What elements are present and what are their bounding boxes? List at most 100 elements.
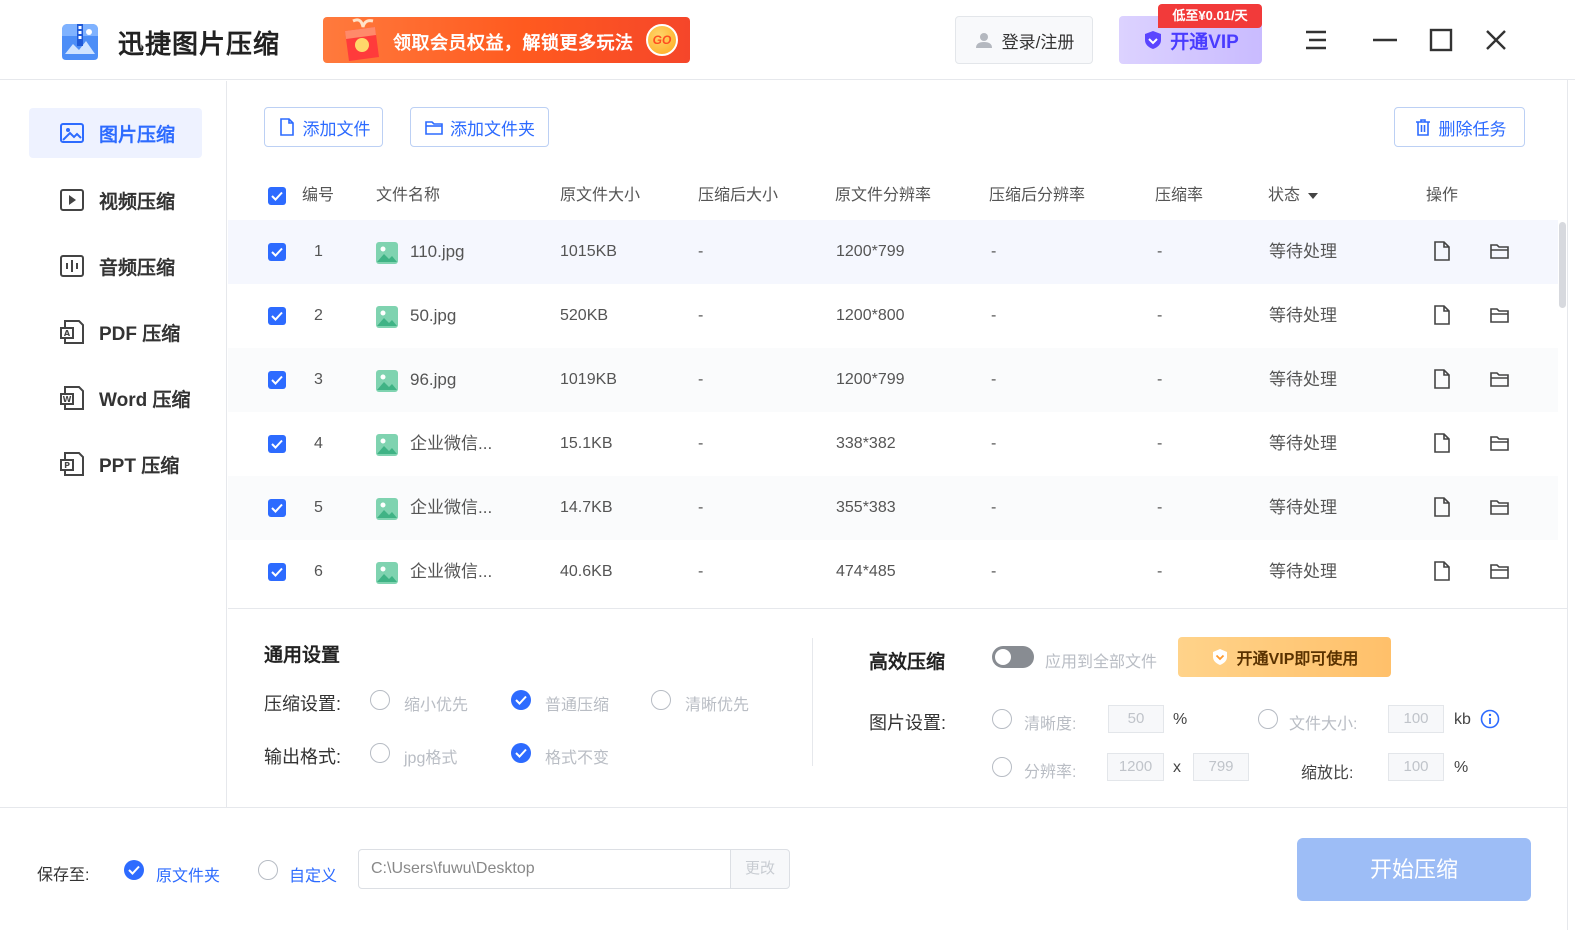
row-ratio: - [1157, 499, 1163, 516]
radio-resolution[interactable] [992, 757, 1012, 777]
open-folder-icon[interactable] [1489, 432, 1511, 454]
close-icon[interactable] [1482, 26, 1510, 54]
row-checkbox[interactable] [268, 243, 286, 261]
open-folder-icon[interactable] [1489, 304, 1511, 326]
row-orig-size: 1019KB [560, 371, 617, 388]
vip-price-tag: 低至¥0.01/天 [1158, 4, 1262, 28]
promo-go-badge: GO [646, 24, 678, 56]
file-size-label: 文件大小: [1289, 716, 1358, 733]
row-comp-res: - [991, 371, 997, 388]
row-number: 5 [314, 499, 323, 516]
row-comp-size: - [698, 563, 704, 580]
file-size-input[interactable]: 100 [1388, 705, 1444, 733]
file-icon[interactable] [1431, 560, 1453, 582]
menu-icon[interactable] [1302, 26, 1330, 54]
row-number: 6 [314, 563, 323, 580]
add-file-button[interactable]: 添加文件 [264, 107, 383, 147]
radio-smaller-first[interactable] [370, 690, 390, 710]
sidebar-item-image-compress[interactable]: 图片压缩 [29, 108, 202, 158]
radio-normal-compress[interactable] [511, 690, 531, 710]
save-to-label: 保存至: [37, 867, 90, 884]
sidebar-item-video-compress[interactable]: 视频压缩 [29, 175, 202, 225]
row-orig-size: 1015KB [560, 243, 617, 260]
row-checkbox[interactable] [268, 563, 286, 581]
row-checkbox[interactable] [268, 371, 286, 389]
add-folder-button[interactable]: 添加文件夹 [410, 107, 549, 147]
footer-divider [0, 807, 1568, 808]
table-row[interactable]: 2 50.jpg 520KB - 1200*800 - - 等待处理 [228, 284, 1558, 348]
row-filename: 110.jpg [410, 242, 465, 261]
row-comp-size: - [698, 307, 704, 324]
sidebar-item-audio-compress[interactable]: 音频压缩 [29, 241, 202, 291]
word-icon: W [60, 386, 84, 410]
file-icon[interactable] [1431, 304, 1453, 326]
file-icon[interactable] [1431, 496, 1453, 518]
table-row[interactable]: 5 企业微信... 14.7KB - 355*383 - - 等待处理 [228, 476, 1558, 540]
sidebar-item-label: Word 压缩 [99, 389, 191, 411]
table-row[interactable]: 3 96.jpg 1019KB - 1200*799 - - 等待处理 [228, 348, 1558, 412]
change-path-button[interactable]: 更改 [730, 849, 790, 889]
sidebar-item-word-compress[interactable]: W Word 压缩 [29, 373, 202, 423]
radio-clarity[interactable] [992, 709, 1012, 729]
promo-banner[interactable]: 领取会员权益，解锁更多玩法 GO [323, 17, 690, 63]
delete-task-button[interactable]: 删除任务 [1394, 107, 1525, 147]
minimize-icon[interactable] [1371, 26, 1399, 54]
select-all-checkbox[interactable] [268, 187, 286, 205]
file-icon[interactable] [1431, 432, 1453, 454]
row-number: 1 [314, 243, 323, 260]
file-icon[interactable] [1431, 368, 1453, 390]
scale-input[interactable]: 100 [1388, 753, 1444, 781]
login-button[interactable]: 登录/注册 [955, 16, 1093, 64]
radio-custom-folder[interactable] [258, 860, 278, 880]
row-filename: 50.jpg [410, 306, 457, 325]
open-folder-icon[interactable] [1489, 496, 1511, 518]
row-ratio: - [1157, 307, 1163, 324]
row-checkbox[interactable] [268, 435, 286, 453]
sidebar-item-ppt-compress[interactable]: P PPT 压缩 [29, 439, 202, 489]
status-text: 等待处理 [1269, 370, 1337, 389]
image-file-icon [376, 242, 398, 264]
row-checkbox[interactable] [268, 499, 286, 517]
row-filename: 企业微信... [410, 498, 493, 517]
radio-file-size[interactable] [1258, 709, 1278, 729]
clarity-input[interactable]: 50 [1108, 705, 1164, 733]
table-row[interactable]: 1 110.jpg 1015KB - 1200*799 - - 等待处理 [228, 220, 1558, 284]
info-icon[interactable] [1480, 709, 1500, 729]
row-comp-size: - [698, 243, 704, 260]
table-scrollbar[interactable] [1559, 222, 1566, 308]
row-comp-size: - [698, 499, 704, 516]
table-row[interactable]: 6 企业微信... 40.6KB - 474*485 - - 等待处理 [228, 540, 1558, 604]
row-comp-res: - [991, 435, 997, 452]
save-path-input[interactable]: C:\Users\fuwu\Desktop [358, 849, 731, 889]
file-size-unit: kb [1454, 711, 1471, 728]
radio-clarity-first[interactable] [651, 690, 671, 710]
vip-unlock-button[interactable]: 开通VIP即可使用 [1178, 637, 1391, 677]
radio-keep-format[interactable] [511, 743, 531, 763]
custom-folder-label: 自定义 [289, 868, 338, 885]
open-folder-icon[interactable] [1489, 368, 1511, 390]
row-orig-res: 1200*799 [836, 371, 905, 388]
file-icon[interactable] [1431, 240, 1453, 262]
gift-icon [335, 17, 387, 63]
open-folder-icon[interactable] [1489, 240, 1511, 262]
open-folder-icon[interactable] [1489, 560, 1511, 582]
radio-jpg-format[interactable] [370, 743, 390, 763]
sidebar-item-label: 音频压缩 [99, 257, 176, 279]
radio-original-folder[interactable] [124, 860, 144, 880]
resolution-height-input[interactable]: 799 [1193, 753, 1249, 781]
sidebar-item-pdf-compress[interactable]: A PDF 压缩 [29, 307, 202, 357]
column-header-status[interactable]: 状态 [1268, 172, 1319, 220]
efficient-compress-title: 高效压缩 [869, 652, 946, 673]
table-row[interactable]: 4 企业微信... 15.1KB - 338*382 - - 等待处理 [228, 412, 1558, 476]
row-checkbox[interactable] [268, 307, 286, 325]
resolution-width-input[interactable]: 1200 [1107, 753, 1164, 781]
status-text: 等待处理 [1269, 242, 1337, 261]
row-orig-res: 1200*800 [836, 307, 905, 324]
apply-all-toggle[interactable] [992, 646, 1034, 668]
scale-label: 缩放比: [1301, 765, 1354, 782]
row-ratio: - [1157, 243, 1163, 260]
start-compress-button[interactable]: 开始压缩 [1297, 838, 1531, 901]
status-text: 等待处理 [1269, 306, 1337, 325]
maximize-icon[interactable] [1427, 26, 1455, 54]
sidebar-item-label: PDF 压缩 [99, 323, 181, 345]
